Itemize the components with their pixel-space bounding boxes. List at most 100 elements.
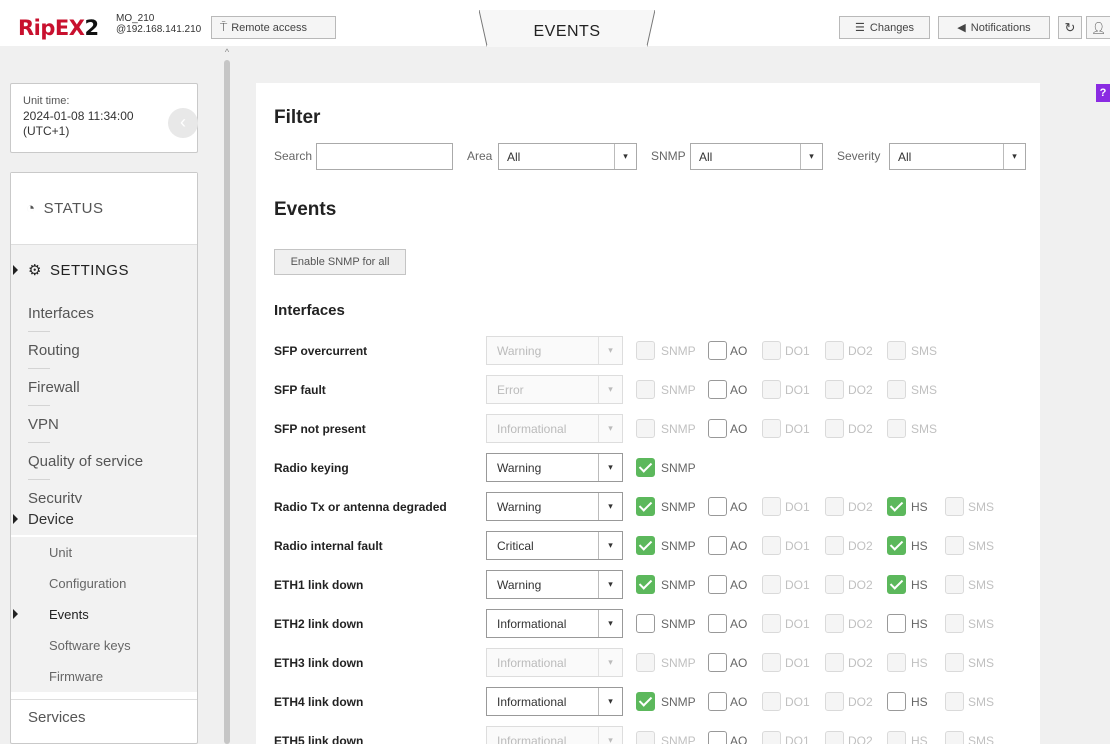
checkbox-ao[interactable] [708,653,727,672]
area-value: All [507,149,521,164]
checkbox-ao[interactable] [708,419,727,438]
event-severity-select[interactable]: Informational ▾ [486,609,623,638]
checkbox-label: DO2 [848,695,873,709]
changes-button[interactable]: ☰ Changes [839,16,930,39]
checkbox-snmp[interactable] [636,497,655,516]
checkbox-label: AO [730,656,748,670]
checkbox-hs[interactable] [887,614,906,633]
checkbox-ao[interactable] [708,692,727,711]
event-name: ETH5 link down [274,734,364,744]
area-select[interactable]: All ▾ [498,143,637,170]
checkbox-ao[interactable] [708,536,727,555]
event-severity-select[interactable]: Critical ▾ [486,531,623,560]
checkbox-sms [945,497,964,516]
event-name: SFP overcurrent [274,344,368,358]
checkbox-sms [945,731,964,744]
checkbox-label: HS [911,734,928,744]
event-row: SFP overcurrent Warning ▾ SNMP AO DO1 DO2 SMS [0,336,1110,366]
checkbox-do2 [825,614,844,633]
help-button[interactable]: ? [1096,84,1110,102]
event-severity-value: Informational [497,616,567,631]
checkbox-snmp [636,341,655,360]
user-button[interactable]: 👤︎ [1086,16,1110,39]
checkbox-hs[interactable] [887,497,906,516]
unit-time-box: Unit time: 2024-01-08 11:34:00 (UTC+1) ‹ [10,83,198,153]
user-icon: 👤︎ [1090,20,1107,35]
event-severity-select[interactable]: Warning ▾ [486,570,623,599]
event-row: ETH5 link down Informational ▾ SNMP AO DO1 DO2… [0,726,1110,744]
collapse-sidebar-icon[interactable]: ‹ [168,108,198,138]
checkbox-snmp[interactable] [636,692,655,711]
checkbox-do1 [762,536,781,555]
checkbox-snmp[interactable] [636,614,655,633]
chevron-down-icon: ▾ [598,571,622,598]
checkbox-ao[interactable] [708,575,727,594]
snmp-filter-value: All [699,149,713,164]
event-severity-value: Warning [497,577,542,592]
refresh-button[interactable]: ↻ [1058,16,1082,39]
sidebar-item-interfaces[interactable]: Interfaces [11,295,197,332]
ripex-logo: RipEX2 [18,16,99,40]
checkbox-snmp [636,731,655,744]
sidebar-item-settings[interactable]: ⚙ SETTINGS [11,245,197,295]
checkbox-label: HS [911,578,928,592]
checkbox-ao[interactable] [708,341,727,360]
refresh-icon: ↻ [1064,19,1076,35]
remote-access-label: Remote access [231,21,308,34]
checkbox-label: AO [730,695,748,709]
checkbox-label: DO1 [785,383,810,397]
remote-access-button[interactable]: ⍑ Remote access [211,16,336,39]
checkbox-hs[interactable] [887,536,906,555]
event-name: Radio Tx or antenna degraded [274,500,447,514]
search-input[interactable] [316,143,453,170]
event-severity-select[interactable]: Warning ▾ [486,453,623,482]
event-row: SFP fault Error ▾ SNMP AO DO1 DO2 SMS [0,375,1110,405]
event-severity-select: Informational ▾ [486,648,623,677]
checkbox-hs[interactable] [887,575,906,594]
event-severity-select[interactable]: Informational ▾ [486,687,623,716]
checkbox-snmp[interactable] [636,536,655,555]
sidebar-item-status[interactable]: ◔ STATUS [11,173,197,245]
enable-snmp-all-button[interactable]: Enable SNMP for all [274,249,406,275]
notifications-button[interactable]: ◀ Notifications [938,16,1050,39]
checkbox-do2 [825,380,844,399]
checkbox-label: HS [911,617,928,631]
checkbox-label: DO1 [785,656,810,670]
checkbox-ao[interactable] [708,614,727,633]
snmp-select[interactable]: All ▾ [690,143,823,170]
event-row: ETH1 link down Warning ▾ SNMP AO DO1 DO2 HS SMS [0,570,1110,600]
event-name: ETH4 link down [274,695,364,709]
checkbox-snmp[interactable] [636,575,655,594]
checkbox-label: SNMP [661,695,696,709]
active-bullet-icon [13,265,18,275]
checkbox-snmp[interactable] [636,458,655,477]
area-label: Area [467,149,493,163]
severity-select[interactable]: All ▾ [889,143,1026,170]
checkbox-do2 [825,341,844,360]
checkbox-label: SNMP [661,578,696,592]
event-severity-select[interactable]: Warning ▾ [486,492,623,521]
checkbox-ao[interactable] [708,380,727,399]
checkbox-label: AO [730,422,748,436]
checkbox-label: DO2 [848,617,873,631]
checkbox-sms [945,653,964,672]
checkbox-hs[interactable] [887,692,906,711]
event-severity-value: Error [497,382,524,397]
event-row: ETH4 link down Informational ▾ SNMP AO DO1 DO2… [0,687,1110,717]
checkbox-label: SNMP [661,383,696,397]
chevron-down-icon: ▾ [1003,144,1025,169]
checkbox-label: AO [730,500,748,514]
checkbox-label: DO2 [848,578,873,592]
event-name: ETH3 link down [274,656,364,670]
scroll-up-icon[interactable]: ^ [222,46,232,58]
checkbox-do1 [762,653,781,672]
checkbox-ao[interactable] [708,497,727,516]
unit-name: MO_210 [116,13,155,24]
checkbox-label: SMS [968,539,995,553]
checkbox-label: HS [911,539,928,553]
checkbox-ao[interactable] [708,731,727,744]
checkbox-do1 [762,575,781,594]
checkbox-label: SNMP [661,344,696,358]
checkbox-label: DO2 [848,422,873,436]
checkbox-label: SMS [911,344,938,358]
